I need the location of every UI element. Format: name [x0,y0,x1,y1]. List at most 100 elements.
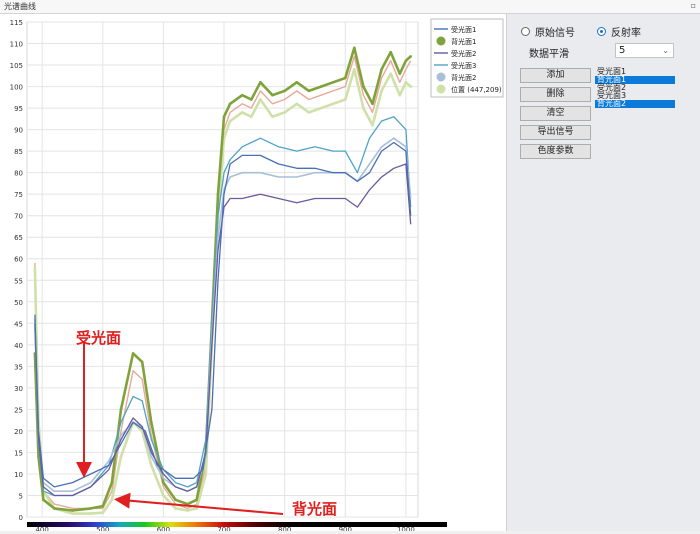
series-point [283,111,286,114]
legend-entry: 受光面2 [451,49,476,58]
series-point [295,80,299,84]
series-point [271,115,274,118]
sunlit-annotation: 受光面 [76,329,122,347]
y-tick-label: 65 [14,234,23,242]
y-tick-label: 60 [14,256,23,264]
y-tick-label: 0 [19,514,23,522]
series-point [195,498,199,502]
radio-off-icon [521,27,530,36]
series-point [307,111,311,114]
series-point [362,85,365,88]
y-tick-label: 15 [14,449,23,457]
series-point [343,98,347,101]
chart-panel: 0 5 10 15 20 25 30 35 40 45 50 55 60 65 70 75 80 85 90 95 10… [0,14,507,534]
series-point [398,93,402,97]
series-point [404,80,408,84]
series-point [353,46,356,50]
spectrum-color-bar [27,522,447,527]
series-point [389,50,393,54]
y-tick-label: 110 [10,41,23,49]
series-point [343,76,347,80]
series-point [119,455,123,459]
y-tick-label: 30 [14,385,23,393]
series-point [409,55,413,58]
series-point [110,481,114,484]
series-point [249,98,253,101]
series-point [119,408,123,411]
series-point [249,115,253,118]
y-tick-label: 20 [14,428,23,436]
y-tick-label: 55 [14,277,23,285]
delete-button[interactable]: 删除 [520,87,591,102]
control-panel: 原始信号 反射率 数据平滑 5 ⌄ 添加 删除 清空 导出信号 色度参数 受光面… [507,14,700,531]
series-point [33,266,37,269]
series-point [371,102,374,106]
series-point [162,494,165,497]
series-point [110,498,114,502]
y-tick-label: 105 [10,62,23,70]
series-point [149,421,153,424]
series-point [89,507,92,510]
series-point [380,68,383,71]
series-point [331,102,335,106]
legend-marker [436,36,446,46]
legend-marker [436,72,446,82]
pin-icon[interactable]: ▫ [691,1,696,10]
y-tick-label: 95 [14,105,23,113]
series-point [331,80,335,84]
y-tick-label: 50 [14,299,23,307]
color-params-button[interactable]: 色度参数 [520,144,591,159]
smooth-label: 数据平滑 [529,49,569,60]
export-signal-button[interactable]: 导出信号 [520,125,591,140]
series-point [319,85,323,88]
radio-reflectance[interactable]: 反射率 [597,24,641,39]
y-tick-label: 10 [14,471,23,479]
series-point [131,352,135,355]
series-point [307,89,311,93]
y-tick-label: 80 [14,170,23,178]
shaded-annotation: 背光面 [292,500,338,518]
series-point [398,72,402,75]
series-point [71,512,74,515]
y-tick-label: 115 [10,19,23,27]
y-tick-label: 40 [14,342,23,350]
y-tick-label: 100 [10,84,23,92]
legend: 受光面1 背光面1 受光面2 受光面3 背光面2 位置 (447,209) [430,18,504,98]
series-point [371,124,374,127]
series-point [101,504,105,508]
legend-entry: 背光面1 [451,37,476,46]
series-point [149,464,153,467]
series-point [240,93,244,97]
series-point [42,498,45,502]
series-point [228,102,232,106]
add-button[interactable]: 添加 [520,68,591,83]
list-item[interactable]: 背光面2 [595,100,675,108]
series-point [389,72,393,75]
series-point [362,106,365,110]
series-point [259,80,262,84]
y-tick-label: 70 [14,213,23,221]
series-point [240,111,244,114]
series-point [353,68,356,71]
chevron-down-icon: ⌄ [662,46,669,55]
series-point [204,472,208,476]
curve-list[interactable]: 受光面1 背光面1 受光面2 受光面3 背光面2 [595,68,675,110]
legend-entry: 背光面2 [451,73,476,82]
series-point [319,106,323,110]
radio-reflectance-label: 反射率 [611,28,641,39]
series-point [216,192,220,196]
series-point [162,481,165,484]
series-point [409,85,413,88]
y-tick-label: 75 [14,191,23,199]
y-tick-label: 45 [14,320,23,328]
y-tick-label: 90 [14,127,23,135]
series-point [228,119,232,123]
radio-original-signal[interactable]: 原始信号 [521,24,575,39]
series-point [283,89,286,93]
legend-marker [436,84,446,94]
series-point [186,509,189,512]
clear-button[interactable]: 清空 [520,106,591,121]
series-point [271,93,274,97]
smooth-value: 5 [619,45,626,56]
smooth-select[interactable]: 5 ⌄ [615,43,674,58]
